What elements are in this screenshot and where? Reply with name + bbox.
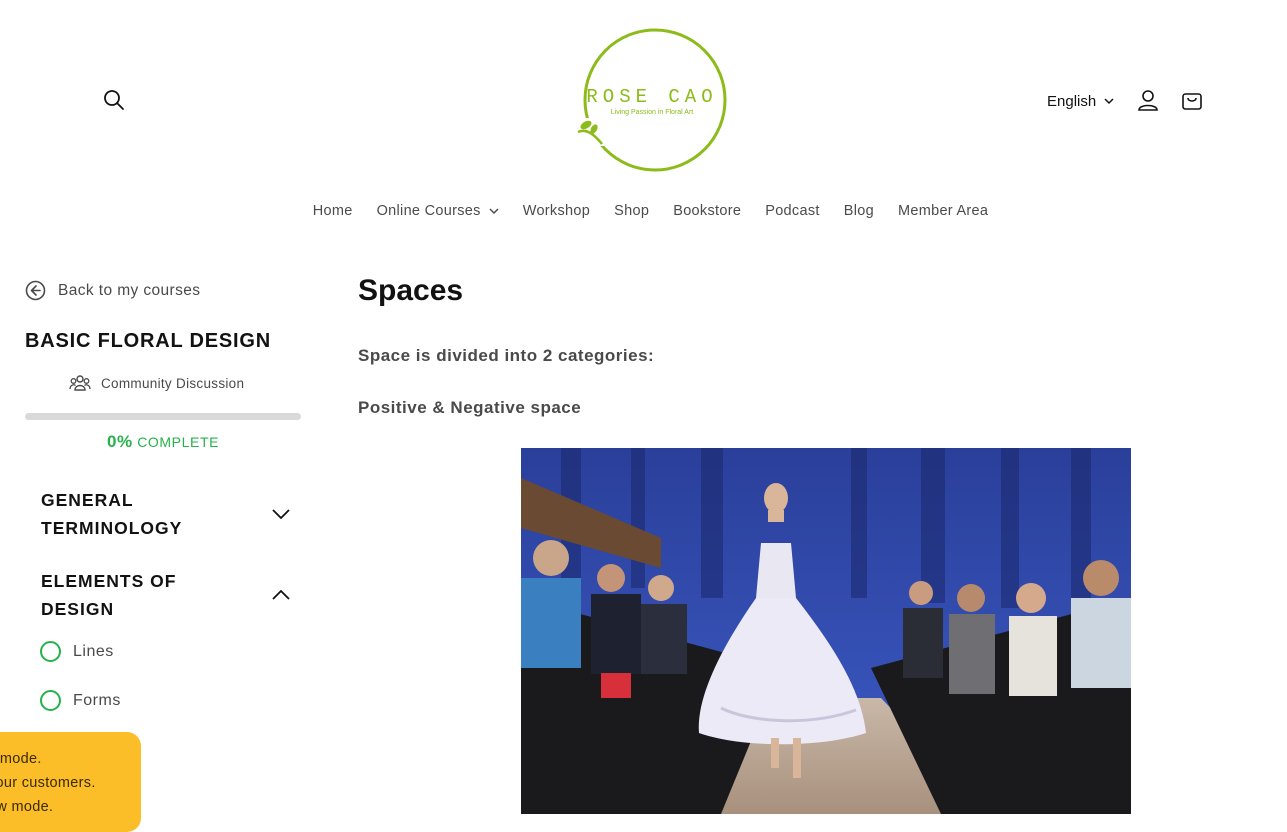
section-elements-of-design[interactable]: ELEMENTS OF DESIGN	[41, 567, 291, 623]
nav-bookstore[interactable]: Bookstore	[673, 203, 741, 219]
search-button[interactable]	[100, 86, 128, 114]
preview-mode-banner[interactable]: y mode. your customers. ew mode.	[0, 732, 141, 832]
logo-tagline: Living Passion in Floral Art	[611, 109, 694, 116]
lesson-item-forms[interactable]: Forms	[40, 690, 121, 711]
group-icon	[69, 375, 91, 391]
nav-workshop-label: Workshop	[522, 203, 591, 219]
nav-podcast-label: Podcast	[765, 203, 820, 219]
cart-icon	[1182, 93, 1202, 110]
logo-mark: ROSE CAO Living Passion in Floral Art	[574, 28, 727, 172]
preview-banner-line: your customers.	[0, 775, 96, 791]
language-selector[interactable]: English	[1047, 90, 1114, 112]
section-title: ELEMENTS OF DESIGN	[41, 571, 177, 619]
cart-button[interactable]	[1178, 86, 1206, 114]
section-title: GENERAL TERMINOLOGY	[41, 490, 183, 538]
chevron-down-icon	[1104, 97, 1114, 104]
logo-name: ROSE CAO	[586, 86, 717, 108]
incomplete-circle-icon	[40, 641, 61, 662]
course-title: BASIC FLORAL DESIGN	[25, 330, 271, 352]
progress-percent: 0%	[106, 432, 133, 451]
lesson-paragraph: Positive & Negative space	[358, 398, 582, 417]
incomplete-circle-icon	[40, 690, 61, 711]
nav-workshop[interactable]: Workshop	[523, 203, 590, 219]
lesson-item-lines[interactable]: Lines	[40, 641, 114, 662]
account-icon	[1138, 90, 1158, 111]
nav-online-courses[interactable]: Online Courses	[377, 203, 499, 219]
nav-blog[interactable]: Blog	[844, 203, 874, 219]
preview-banner-line: y mode.	[0, 751, 42, 767]
site-logo[interactable]: ROSE CAO Living Passion in Floral Art	[572, 26, 732, 176]
nav-online-courses-label: Online Courses	[376, 203, 481, 219]
back-to-courses-link[interactable]: Back to my courses	[25, 280, 200, 301]
nav-shop-label: Shop	[614, 203, 650, 219]
search-icon	[104, 90, 124, 110]
chevron-up-icon	[272, 589, 290, 600]
language-label: English	[1047, 92, 1097, 110]
progress-bar	[25, 413, 301, 420]
nav-podcast[interactable]: Podcast	[765, 203, 820, 219]
nav-blog-label: Blog	[843, 203, 874, 219]
arrow-left-circle-icon	[25, 280, 46, 301]
nav-home-label: Home	[312, 203, 353, 219]
nav-shop[interactable]: Shop	[614, 203, 649, 219]
lesson-title: Spaces	[358, 274, 464, 307]
back-label: Back to my courses	[58, 281, 201, 299]
lesson-paragraph: Space is divided into 2 categories:	[358, 346, 655, 365]
community-discussion-link[interactable]: Community Discussion	[69, 374, 244, 392]
account-button[interactable]	[1134, 86, 1162, 114]
lesson-image	[521, 448, 1131, 814]
main-navigation: Home Online Courses Workshop Shop Bookst…	[0, 203, 1287, 219]
progress-text: 0% COMPLETE	[25, 432, 301, 452]
chevron-down-icon	[489, 207, 499, 214]
community-label: Community Discussion	[101, 375, 245, 391]
nav-member-area-label: Member Area	[897, 203, 989, 219]
preview-banner-line: ew mode.	[0, 799, 54, 815]
lesson-label: Forms	[73, 691, 121, 709]
nav-member-area[interactable]: Member Area	[898, 203, 988, 219]
nav-bookstore-label: Bookstore	[673, 203, 742, 219]
lesson-label: Lines	[73, 642, 114, 660]
progress-label: COMPLETE	[137, 434, 220, 450]
section-general-terminology[interactable]: GENERAL TERMINOLOGY	[41, 486, 291, 542]
nav-home[interactable]: Home	[313, 203, 353, 219]
chevron-down-icon	[272, 509, 290, 520]
